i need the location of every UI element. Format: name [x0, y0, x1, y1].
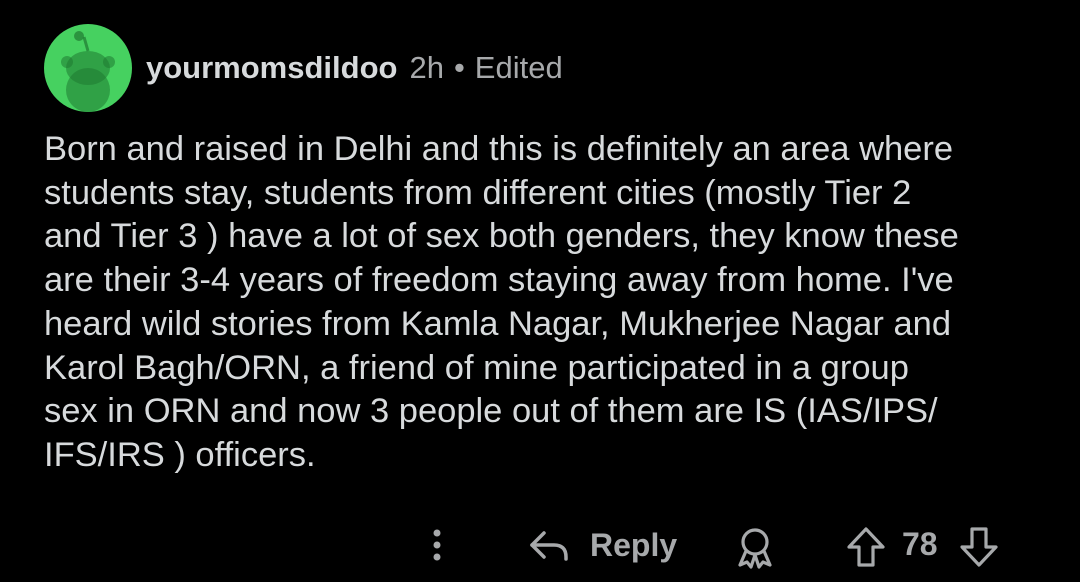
comment-body-line: students stay, students from different c…	[44, 173, 912, 212]
comment-actions-bar: Reply 78	[0, 520, 1080, 570]
meta-separator: •	[453, 50, 465, 85]
username-link[interactable]: yourmomsdildoo	[146, 50, 397, 86]
snoo-avatar-icon	[61, 31, 115, 112]
comment-body-line: IFS/IRS ) officers.	[44, 435, 316, 474]
award-button[interactable]	[732, 524, 778, 570]
comment-body: Born and raised in Delhi and this is def…	[44, 128, 1054, 478]
comment-body-line: Born and raised in Delhi and this is def…	[44, 130, 954, 168]
comment-body-line: are their 3-4 years of freedom staying a…	[44, 261, 954, 300]
comment-header: yourmomsdildoo 2h • Edited	[44, 24, 563, 112]
reply-label: Reply	[590, 526, 678, 563]
award-icon	[738, 528, 772, 569]
timestamp: 2h	[409, 50, 444, 85]
more-options-button[interactable]	[422, 522, 452, 568]
downvote-button[interactable]	[958, 524, 1000, 570]
comment-meta: yourmomsdildoo 2h • Edited	[146, 50, 563, 86]
comment-body-line: Karol Bagh/ORN, a friend of mine partici…	[44, 348, 909, 387]
downvote-arrow-icon	[960, 527, 998, 567]
vote-score: 78	[902, 526, 938, 562]
reply-button[interactable]: Reply	[526, 522, 677, 568]
reply-arrow-icon	[530, 531, 568, 561]
edited-label: Edited	[474, 50, 563, 85]
more-vertical-icon	[433, 529, 441, 561]
avatar[interactable]	[44, 24, 132, 112]
comment-card: yourmomsdildoo 2h • Edited Born and rais…	[0, 0, 1080, 582]
comment-body-line: heard wild stories from Kamla Nagar, Muk…	[44, 304, 952, 343]
upvote-button[interactable]	[845, 524, 887, 570]
comment-body-line: sex in ORN and now 3 people out of them …	[44, 392, 938, 431]
comment-body-line: and Tier 3 ) have a lot of sex both gend…	[44, 217, 959, 256]
upvote-arrow-icon	[847, 527, 885, 567]
